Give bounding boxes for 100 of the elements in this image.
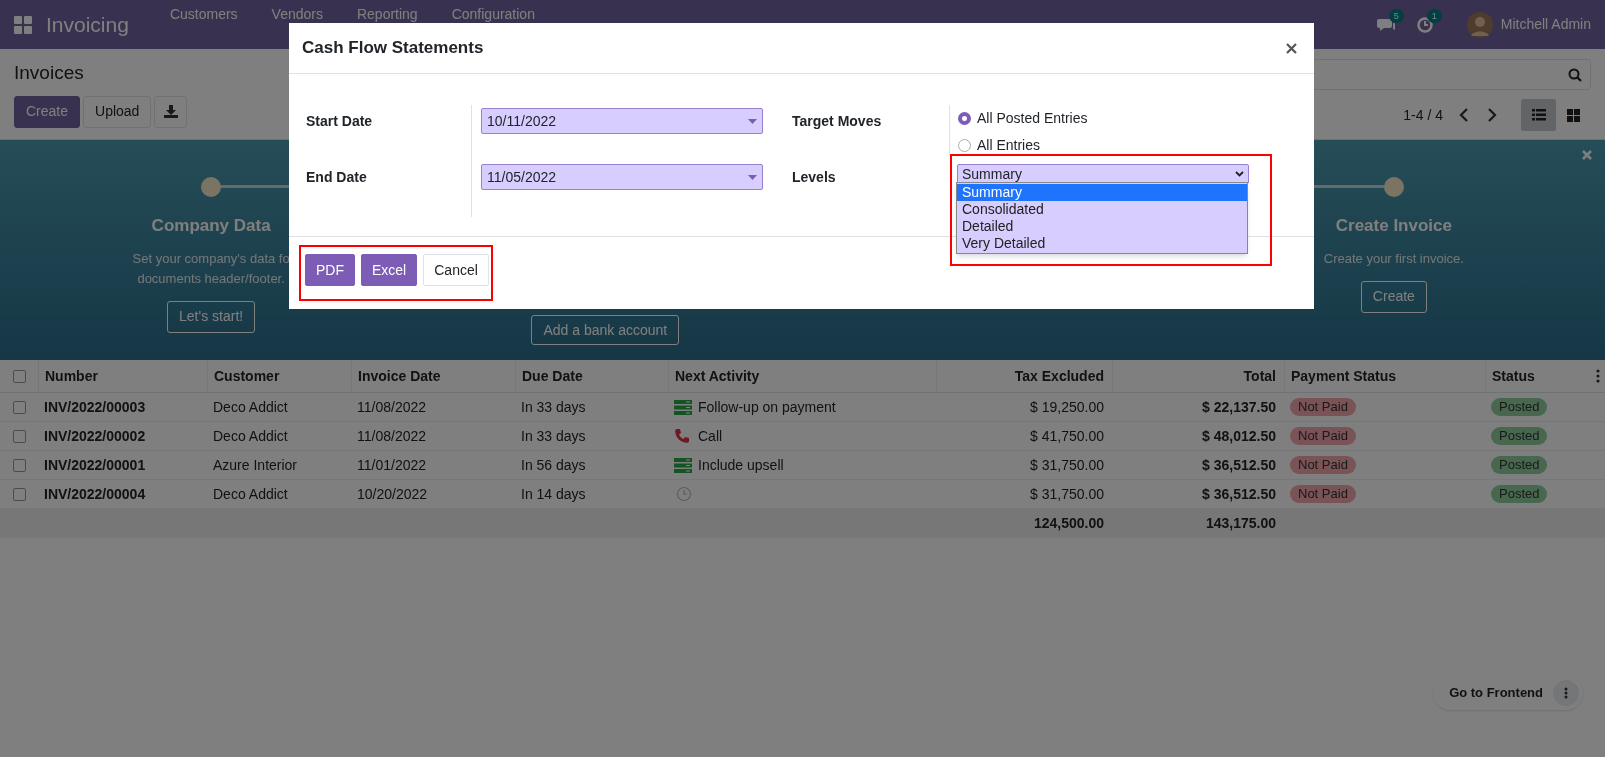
dialog-title: Cash Flow Statements bbox=[302, 37, 484, 60]
menu-item[interactable]: Reporting bbox=[339, 6, 435, 22]
step-button[interactable]: Create bbox=[1360, 280, 1427, 313]
search-icon bbox=[1568, 67, 1582, 82]
table-cell-text: $ 36,512.50 bbox=[1202, 455, 1276, 475]
column-header[interactable]: Status bbox=[1492, 365, 1535, 387]
table-cell-text: INV/2022/00001 bbox=[44, 455, 146, 475]
menu-item[interactable]: Customers bbox=[152, 6, 255, 22]
close-icon[interactable] bbox=[1286, 42, 1297, 54]
checkbox[interactable] bbox=[12, 458, 26, 472]
grid-icon bbox=[1567, 108, 1580, 122]
step-dot bbox=[1383, 177, 1404, 197]
table-cell-text: In 33 days bbox=[521, 426, 586, 446]
create-button[interactable]: Create bbox=[14, 95, 81, 128]
radio-button[interactable] bbox=[958, 139, 971, 152]
status-badge: Posted bbox=[1491, 427, 1548, 445]
radio-button[interactable] bbox=[958, 112, 971, 125]
table-cell-text: In 56 days bbox=[521, 455, 586, 475]
payment-status-badge: Not Paid bbox=[1290, 398, 1356, 416]
table-cell-text: $ 48,012.50 bbox=[1202, 426, 1276, 446]
radio-label[interactable]: All Entries bbox=[977, 135, 1041, 156]
list-view-button[interactable] bbox=[1521, 99, 1556, 131]
dropdown-option[interactable]: Summary bbox=[957, 184, 1247, 201]
dropdown-option[interactable]: Detailed bbox=[957, 218, 1247, 235]
page-title: Invoices bbox=[14, 61, 84, 85]
checkbox[interactable] bbox=[12, 369, 26, 383]
table-cell-text: $ 41,750.00 bbox=[1030, 426, 1104, 446]
payment-status-badge: Not Paid bbox=[1290, 427, 1356, 445]
dropdown-option[interactable]: Consolidated bbox=[957, 201, 1247, 218]
radio-label[interactable]: All Posted Entries bbox=[977, 108, 1088, 129]
server-icon[interactable] bbox=[674, 457, 692, 473]
table-cell-text: $ 31,750.00 bbox=[1030, 455, 1104, 475]
checkbox[interactable] bbox=[12, 487, 26, 501]
field-label: End Date bbox=[306, 168, 368, 187]
more-button[interactable] bbox=[1553, 680, 1579, 706]
select-field[interactable]: Summary bbox=[957, 164, 1249, 184]
step-title: Create Invoice bbox=[1335, 215, 1452, 237]
table-cell-text: INV/2022/00002 bbox=[44, 426, 146, 446]
date-field[interactable]: 10/11/2022 bbox=[481, 108, 763, 134]
activity-label[interactable]: Follow-up on payment bbox=[698, 396, 836, 418]
next-icon[interactable] bbox=[1487, 108, 1497, 122]
user-name[interactable]: Mitchell Admin bbox=[1500, 14, 1591, 35]
step-description: Set your company's data fo bbox=[132, 249, 290, 268]
menu-item[interactable]: Vendors bbox=[254, 6, 340, 22]
table-cell-text: Deco Addict bbox=[213, 397, 288, 417]
server-icon[interactable] bbox=[674, 399, 692, 415]
apps-menu-icon[interactable] bbox=[14, 15, 32, 34]
table-cell-text: 11/01/2022 bbox=[357, 455, 427, 475]
column-header[interactable]: Total bbox=[1243, 365, 1276, 387]
chevron-icon bbox=[1235, 171, 1244, 177]
column-header[interactable]: Customer bbox=[214, 365, 280, 387]
date-field[interactable]: 11/05/2022 bbox=[481, 164, 763, 190]
phone-icon[interactable] bbox=[674, 428, 690, 444]
previous-icon[interactable] bbox=[1459, 108, 1469, 122]
total-cell-text: 124,500.00 bbox=[1033, 514, 1104, 533]
activity-label[interactable]: Call bbox=[698, 425, 723, 447]
step-description: documents header/footer. bbox=[137, 269, 285, 288]
chat-icon[interactable] bbox=[1376, 16, 1395, 33]
count-badge: 1 bbox=[1426, 8, 1442, 23]
clock-icon[interactable] bbox=[676, 486, 692, 502]
table-cell-text: 11/08/2022 bbox=[357, 426, 427, 446]
table-cell-text: INV/2022/00004 bbox=[44, 484, 146, 504]
table-cell-text: Deco Addict bbox=[213, 426, 288, 446]
menu-item[interactable]: Configuration bbox=[434, 6, 552, 22]
download-button[interactable] bbox=[154, 95, 188, 128]
table-cell-text: $ 36,512.50 bbox=[1202, 484, 1276, 504]
status-badge: Posted bbox=[1491, 398, 1548, 416]
checkbox[interactable] bbox=[12, 429, 26, 443]
table-cell-text: INV/2022/00003 bbox=[44, 397, 146, 417]
cancel-button[interactable]: Cancel bbox=[423, 254, 489, 286]
upload-button[interactable]: Upload bbox=[83, 95, 152, 128]
count-badge: 5 bbox=[1388, 8, 1404, 23]
table-cell-text: Azure Interior bbox=[213, 455, 298, 475]
column-header[interactable]: Number bbox=[45, 365, 98, 387]
payment-status-badge: Not Paid bbox=[1290, 485, 1356, 503]
column-header[interactable]: Next Activity bbox=[675, 365, 760, 387]
column-header[interactable]: Invoice Date bbox=[358, 365, 441, 387]
step-button[interactable]: Add a bank account bbox=[531, 315, 680, 345]
column-header[interactable]: Tax Excluded bbox=[1014, 365, 1104, 387]
more-icon bbox=[1564, 687, 1568, 699]
more-icon[interactable] bbox=[1596, 369, 1600, 383]
column-header[interactable]: Payment Status bbox=[1291, 365, 1397, 387]
export-button[interactable]: PDF bbox=[305, 254, 355, 286]
frontend-button[interactable]: Go to Frontend bbox=[1449, 683, 1543, 703]
app-title[interactable]: Invoicing bbox=[46, 8, 129, 41]
field-label: Start Date bbox=[306, 112, 374, 131]
export-button[interactable]: Excel bbox=[361, 254, 418, 286]
dropdown-option[interactable]: Very Detailed bbox=[957, 235, 1247, 252]
status-badge: Posted bbox=[1491, 485, 1548, 503]
caret-icon bbox=[748, 118, 757, 124]
caret-icon bbox=[748, 174, 757, 180]
field-label: Target Moves bbox=[792, 112, 883, 131]
activity-label[interactable]: Include upsell bbox=[698, 454, 784, 476]
checkbox[interactable] bbox=[12, 400, 26, 414]
step-button[interactable]: Let's start! bbox=[167, 300, 256, 333]
avatar[interactable] bbox=[1466, 11, 1493, 38]
table-cell-text: $ 19,250.00 bbox=[1030, 397, 1104, 417]
column-header[interactable]: Due Date bbox=[522, 365, 583, 387]
payment-status-badge: Not Paid bbox=[1290, 456, 1356, 474]
step-description: Create your first invoice. bbox=[1323, 249, 1464, 268]
